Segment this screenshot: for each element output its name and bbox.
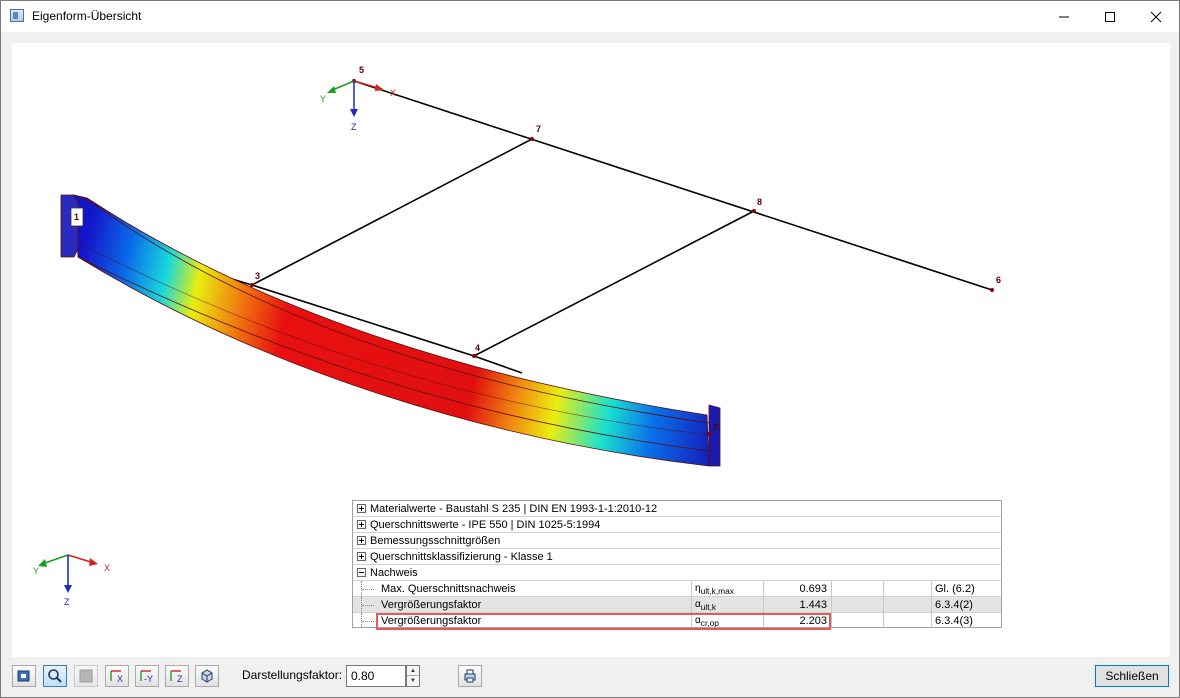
- table-row[interactable]: Vergrößerungsfaktor αcr,op 2.203 6.3.4(3…: [353, 613, 1001, 627]
- cube-view-icon: [17, 670, 30, 682]
- print-view-button[interactable]: [12, 665, 36, 687]
- expand-icon[interactable]: [357, 504, 366, 513]
- row-description: Vergrößerungsfaktor: [381, 615, 482, 627]
- node-label-7: 7: [536, 124, 541, 134]
- close-button[interactable]: Schließen: [1095, 665, 1169, 687]
- row-value: 1.443: [763, 597, 831, 613]
- group-label: Materialwerte - Baustahl S 235 | DIN EN …: [370, 502, 658, 515]
- render-mode-button[interactable]: [74, 665, 98, 687]
- close-icon: [1150, 11, 1162, 22]
- global-z-axis-label: Z: [64, 597, 70, 607]
- group-nachweis[interactable]: Nachweis: [353, 565, 1001, 581]
- row-description: Max. Querschnittsnachweis: [381, 583, 516, 595]
- view-z-button[interactable]: Z: [165, 665, 189, 687]
- group-querschnittswerte[interactable]: Querschnittswerte - IPE 550 | DIN 1025-5…: [353, 517, 1001, 533]
- maximize-button[interactable]: [1087, 1, 1133, 32]
- node-label-5: 5: [359, 65, 364, 75]
- eigenform-window: Eigenform-Übersicht 1 2 3 4 5 6 7 8 X Y …: [0, 0, 1180, 698]
- group-label: Querschnittsklassifizierung - Klasse 1: [370, 550, 553, 563]
- group-label: Nachweis: [370, 566, 418, 579]
- spin-up-icon[interactable]: ▲: [407, 666, 419, 676]
- node-label-8: 8: [757, 197, 762, 207]
- maximize-icon: [1105, 11, 1115, 22]
- row-symbol: αcr,op: [691, 613, 763, 627]
- node-6[interactable]: [990, 288, 994, 292]
- magnifier-icon: [48, 669, 62, 683]
- svg-text:Z: Z: [177, 674, 183, 684]
- node-label-3: 3: [255, 271, 260, 281]
- global-y-axis-label: Y: [33, 566, 39, 576]
- node-4[interactable]: [472, 354, 476, 358]
- display-factor-spinner[interactable]: ▲ ▼: [406, 665, 420, 687]
- isometric-cube-icon: [201, 669, 213, 683]
- window-title: Eigenform-Übersicht: [32, 9, 142, 23]
- row-description: Vergrößerungsfaktor: [381, 599, 482, 611]
- node-7[interactable]: [530, 137, 534, 141]
- printer-icon: [464, 669, 476, 683]
- row-symbol: αult,k: [691, 597, 763, 613]
- view-x-icon: X: [110, 670, 123, 684]
- global-axis-triad: X Y Z: [33, 554, 110, 607]
- display-factor-label: Darstellungsfaktor:: [242, 668, 343, 682]
- view-y-icon: -Y: [140, 670, 153, 684]
- group-querschnittsklassifizierung[interactable]: Querschnittsklassifizierung - Klasse 1: [353, 549, 1001, 565]
- title-bar: Eigenform-Übersicht: [1, 1, 1179, 32]
- minimize-icon: [1059, 16, 1069, 17]
- close-window-button[interactable]: [1133, 1, 1179, 32]
- node-label-6: 6: [996, 275, 1001, 285]
- collapse-icon[interactable]: [357, 568, 366, 577]
- row-reference: Gl. (6.2): [931, 581, 1001, 597]
- global-x-axis-label: X: [104, 563, 110, 573]
- display-factor-input[interactable]: [346, 665, 406, 687]
- spin-down-icon[interactable]: ▼: [407, 676, 419, 686]
- group-materialwerte[interactable]: Materialwerte - Baustahl S 235 | DIN EN …: [353, 501, 1001, 517]
- node-2[interactable]: [707, 432, 711, 436]
- node-label-4: 4: [475, 343, 480, 353]
- results-panel: Materialwerte - Baustahl S 235 | DIN EN …: [352, 500, 1002, 628]
- zoom-button[interactable]: [43, 665, 67, 687]
- node-label-1: 1: [74, 212, 79, 222]
- local-x-axis-label: X: [390, 88, 396, 98]
- svg-text:-Y: -Y: [144, 674, 153, 684]
- local-z-axis-label: Z: [351, 122, 357, 132]
- shading-icon: [79, 669, 93, 683]
- local-y-axis-label: Y: [320, 94, 326, 104]
- row-value: 0.693: [763, 581, 831, 597]
- isometric-view-button[interactable]: [195, 665, 219, 687]
- node-3[interactable]: [250, 283, 254, 287]
- minimize-button[interactable]: [1041, 1, 1087, 32]
- deformed-beam: [60, 194, 721, 467]
- local-axis-triad: X Y Z: [320, 80, 396, 132]
- expand-icon[interactable]: [357, 536, 366, 545]
- print-button[interactable]: [458, 665, 482, 687]
- expand-icon[interactable]: [357, 520, 366, 529]
- row-reference: 6.3.4(2): [931, 597, 1001, 613]
- node-8[interactable]: [752, 209, 756, 213]
- view-x-button[interactable]: X: [105, 665, 129, 687]
- svg-text:X: X: [117, 674, 123, 684]
- group-label: Bemessungsschnittgrößen: [370, 534, 501, 547]
- view-y-button[interactable]: -Y: [135, 665, 159, 687]
- expand-icon[interactable]: [357, 552, 366, 561]
- group-bemessungsschnittgroessen[interactable]: Bemessungsschnittgrößen: [353, 533, 1001, 549]
- node-label-2: 2: [713, 422, 718, 432]
- app-icon: [10, 9, 24, 22]
- table-row[interactable]: Max. Querschnittsnachweis ηult,k,max 0.6…: [353, 581, 1001, 597]
- row-value: 2.203: [763, 613, 831, 627]
- group-label: Querschnittswerte - IPE 550 | DIN 1025-5…: [370, 518, 601, 531]
- view-z-icon: Z: [170, 670, 183, 684]
- row-symbol: ηult,k,max: [691, 581, 763, 597]
- table-row[interactable]: Vergrößerungsfaktor αult,k 1.443 6.3.4(2…: [353, 597, 1001, 613]
- row-reference: 6.3.4(3): [931, 613, 1001, 627]
